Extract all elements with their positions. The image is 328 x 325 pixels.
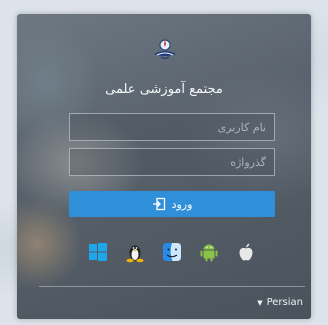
linux-icon[interactable] [124, 241, 146, 263]
username-field[interactable] [69, 113, 275, 141]
mac-finder-icon[interactable] [161, 241, 183, 263]
logo-icon [154, 39, 176, 60]
password-field[interactable] [69, 148, 275, 176]
page-title: مجتمع آموزشی علمی [105, 82, 223, 97]
language-label: Persian [266, 297, 303, 308]
login-button[interactable]: ورود [69, 191, 275, 217]
login-button-label: ورود [171, 197, 193, 211]
caret-down-icon: ▼ [257, 298, 263, 307]
language-selector[interactable]: ▼ Persian [257, 297, 303, 308]
divider [39, 286, 305, 287]
android-icon[interactable] [198, 241, 220, 263]
windows-icon[interactable] [87, 241, 109, 263]
login-panel: مجتمع آموزشی علمی ورود [17, 14, 311, 319]
platform-icons [87, 240, 257, 264]
sign-in-icon [152, 197, 165, 211]
apple-icon[interactable] [235, 241, 257, 263]
